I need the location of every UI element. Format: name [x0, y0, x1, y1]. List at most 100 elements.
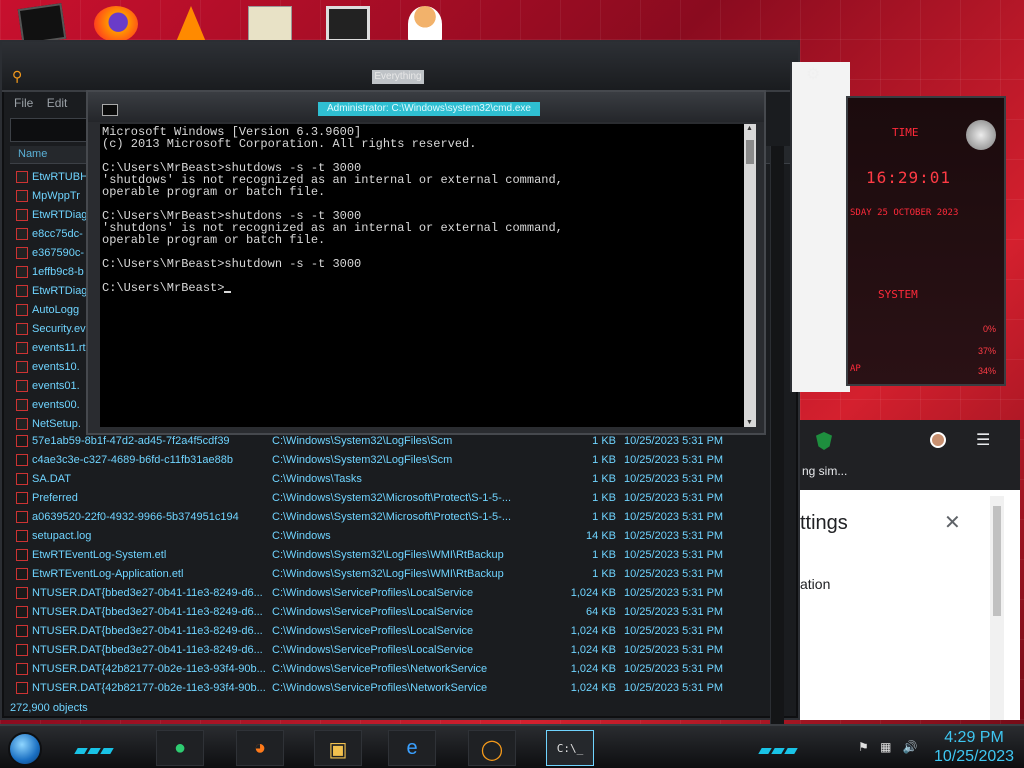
- close-icon[interactable]: ✕: [944, 510, 961, 535]
- file-size: 1 KB: [592, 549, 616, 561]
- menu-file[interactable]: File: [14, 96, 33, 110]
- file-icon: [16, 228, 28, 240]
- file-icon: [16, 209, 28, 221]
- red-box-icon[interactable]: [17, 3, 67, 45]
- file-path: C:\Windows\System32\LogFiles\WMI\RtBacku…: [272, 549, 504, 561]
- taskbar: ● ◕ ▣ e ◯ C:\_ ⚑ ▦ 🔊 4:29 PM 10/25/2023: [0, 724, 1024, 768]
- file-size: 1 KB: [592, 492, 616, 504]
- cmd-window: Administrator: C:\Windows\system32\cmd.e…: [86, 90, 766, 435]
- hxd-icon[interactable]: [248, 6, 292, 42]
- everything-title: Everything: [372, 70, 424, 84]
- browser-scrollbar[interactable]: [990, 496, 1004, 720]
- file-name: EtwRTEventLog-Application.etl: [32, 568, 184, 580]
- avatar[interactable]: [930, 432, 946, 448]
- widget-date: SDAY 25 OCTOBER 2023: [850, 208, 959, 218]
- cmd-console[interactable]: Microsoft Windows [Version 6.3.9600] (c) …: [100, 124, 744, 427]
- clock-time: 4:29 PM: [944, 729, 1004, 746]
- file-name: 57e1ab59-8b1f-47d2-ad45-7f2a4f5cdf39: [32, 435, 230, 447]
- file-path: C:\Windows\System32\LogFiles\Scm: [272, 454, 453, 466]
- network-icon[interactable]: ▦: [880, 740, 891, 754]
- file-path: C:\Windows\Tasks: [272, 473, 362, 485]
- cmd-prompt: C:\Users\MrBeast>: [102, 281, 225, 295]
- file-size: 1 KB: [592, 435, 616, 447]
- taskbar-button[interactable]: C:\_: [546, 730, 594, 766]
- browser-window: ☰ ng sim... ttings ✕ ation: [800, 420, 1020, 720]
- table-row[interactable]: NTUSER.DAT{bbed3e27-0b41-11e3-8249-d6...…: [10, 584, 780, 603]
- file-name: Preferred: [32, 492, 78, 504]
- file-date: 10/25/2023 5:31 PM: [624, 549, 724, 561]
- flag-icon[interactable]: ⚑: [858, 740, 869, 754]
- firefox-icon[interactable]: [94, 6, 138, 42]
- everything-search-icon: ◯: [480, 739, 504, 761]
- file-path: C:\Windows\ServiceProfiles\NetworkServic…: [272, 682, 488, 694]
- file-icon: [16, 454, 28, 466]
- file-path: C:\Windows\ServiceProfiles\NetworkServic…: [272, 663, 488, 675]
- table-row[interactable]: NTUSER.DAT{42b82177-0b2e-11e3-93f4-90b..…: [10, 679, 780, 698]
- table-row[interactable]: c4ae3c3e-c327-4689-b6fd-c11fb31ae88b C:\W…: [10, 451, 780, 470]
- browser-tab-title[interactable]: ng sim...: [802, 464, 847, 478]
- file-path: C:\Windows\ServiceProfiles\LocalService: [272, 644, 474, 656]
- file-icon: [16, 435, 28, 447]
- table-row[interactable]: NTUSER.DAT{bbed3e27-0b41-11e3-8249-d6...…: [10, 622, 780, 641]
- table-row[interactable]: EtwRTEventLog-System.etl C:\Windows\Syste…: [10, 546, 780, 565]
- table-row[interactable]: NTUSER.DAT{bbed3e27-0b41-11e3-8249-d6...…: [10, 641, 780, 660]
- start-button[interactable]: [8, 732, 42, 766]
- taskbar-button[interactable]: ◕: [236, 730, 284, 766]
- column-name[interactable]: Name: [18, 148, 47, 160]
- taskbar-button[interactable]: e: [388, 730, 436, 766]
- table-row[interactable]: NTUSER.DAT{42b82177-0b2e-11e3-93f4-90b..…: [10, 660, 780, 679]
- gear-icon[interactable]: ⚙: [806, 64, 820, 84]
- app-icon[interactable]: [326, 6, 370, 42]
- widget-stat-3: 34%: [977, 366, 996, 376]
- cmd-window-icon[interactable]: [102, 104, 118, 116]
- table-row[interactable]: Preferred C:\Windows\System32\Microsoft\P…: [10, 489, 780, 508]
- file-icon: [16, 473, 28, 485]
- everything-titlebar[interactable]: ⚲ Everything: [2, 42, 798, 92]
- cmd-scrollbar[interactable]: ▲ ▼: [744, 124, 756, 427]
- cmd-titlebar[interactable]: Administrator: C:\Windows\system32\cmd.e…: [88, 92, 764, 122]
- menu-edit[interactable]: Edit: [47, 96, 68, 110]
- widget-system-label: SYSTEM: [878, 288, 918, 301]
- file-icon: [16, 323, 28, 335]
- table-row[interactable]: EtwRTEventLog-Application.etl C:\Windows\…: [10, 565, 780, 584]
- file-date: 10/25/2023 5:31 PM: [624, 663, 724, 675]
- table-row[interactable]: a0639520-22f0-4932-9966-5b374951c194 C:\W…: [10, 508, 780, 527]
- file-icon: [16, 304, 28, 316]
- scroll-down-arrow[interactable]: ▼: [746, 419, 753, 426]
- file-date: 10/25/2023 5:31 PM: [624, 587, 724, 599]
- file-name: a0639520-22f0-4932-9966-5b374951c194: [32, 511, 239, 523]
- file-icon: [16, 644, 28, 656]
- file-date: 10/25/2023 5:31 PM: [624, 435, 724, 447]
- file-name: NTUSER.DAT{bbed3e27-0b41-11e3-8249-d6...: [32, 606, 263, 618]
- table-row[interactable]: setupact.log C:\Windows 14 KB 10/25/2023 5:…: [10, 527, 780, 546]
- system-widget: TIME 16:29:01 SDAY 25 OCTOBER 2023 SYSTE…: [846, 96, 1006, 386]
- cmd-title: Administrator: C:\Windows\system32\cmd.e…: [318, 102, 540, 116]
- file-name: SA.DAT: [32, 473, 71, 485]
- taskbar-button[interactable]: ▣: [314, 730, 362, 766]
- table-row[interactable]: SA.DAT C:\Windows\Tasks 1 KB 10/25/2023 5:3…: [10, 470, 780, 489]
- menu-icon[interactable]: ☰: [976, 430, 990, 450]
- scroll-thumb[interactable]: [746, 140, 754, 164]
- file-icon: [16, 568, 28, 580]
- file-date: 10/25/2023 5:31 PM: [624, 682, 724, 694]
- taskbar-clock[interactable]: 4:29 PM 10/25/2023: [926, 728, 1022, 766]
- file-icon: [16, 247, 28, 259]
- taskbar-button[interactable]: ◯: [468, 730, 516, 766]
- taskbar-button[interactable]: ●: [156, 730, 204, 766]
- file-date: 10/25/2023 5:31 PM: [624, 644, 724, 656]
- file-name: NTUSER.DAT{bbed3e27-0b41-11e3-8249-d6...: [32, 644, 263, 656]
- settings-subtext: ation: [800, 576, 831, 592]
- file-icon: [16, 549, 28, 561]
- console-line: C:\Users\MrBeast>shutdown -s -t 3000: [102, 257, 362, 271]
- shield-icon[interactable]: [816, 432, 832, 450]
- file-size: 1,024 KB: [570, 587, 616, 599]
- everything-search-input[interactable]: [10, 118, 90, 142]
- file-explorer-icon: ▣: [328, 739, 348, 761]
- console-line: (c) 2013 Microsoft Corporation. All righ…: [102, 137, 477, 151]
- volume-icon[interactable]: 🔊: [903, 740, 918, 754]
- file-name: EtwRTEventLog-System.etl: [32, 549, 167, 561]
- table-row[interactable]: NTUSER.DAT{bbed3e27-0b41-11e3-8249-d6...…: [10, 603, 780, 622]
- user-icon[interactable]: [408, 6, 442, 42]
- scroll-up-arrow[interactable]: ▲: [746, 125, 753, 132]
- file-icon: [16, 418, 28, 430]
